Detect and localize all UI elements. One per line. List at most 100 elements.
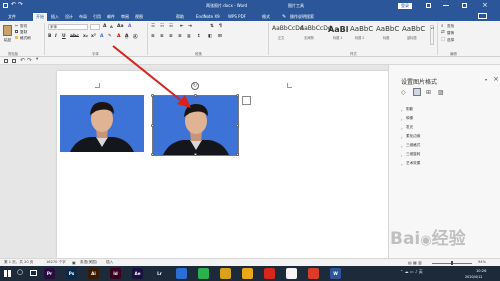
replace-button[interactable]: 替换 [447,31,454,36]
tell-me-search[interactable]: 操作说明搜索 [290,14,314,20]
grow-font-icon[interactable]: A [103,24,106,29]
clear-formatting-icon[interactable]: A [128,24,131,29]
taskbar-app-icon[interactable]: Pr [44,268,55,279]
font-name-select[interactable]: 宋体 [48,24,88,30]
save-icon[interactable] [3,3,8,8]
redo-icon[interactable]: ↷ [27,57,32,64]
taskbar-app-icon[interactable] [176,268,187,279]
taskbar-app-icon[interactable]: W [330,268,341,279]
taskbar-app-icon[interactable] [220,268,231,279]
tray-icons[interactable]: ⌃ ☁ ▭ ♪ 英 [400,269,423,275]
numbering-icon[interactable]: ☷ [160,24,164,29]
redo-icon[interactable]: ↷ [18,1,23,8]
close-icon[interactable]: × [482,1,488,9]
justify-icon[interactable]: ≡ [178,34,182,39]
section-3d-rotation[interactable]: 三维旋转 [401,152,420,157]
align-left-icon[interactable]: ≡ [151,34,155,39]
font-color-icon[interactable]: A [117,34,120,39]
select-icon[interactable]: ⬚ [441,37,445,42]
size-properties-icon[interactable]: ⊞ [426,89,431,96]
insert-mode[interactable]: 插入 [106,260,113,265]
replace-icon[interactable]: ⇄ [441,30,445,35]
italic-icon[interactable]: I [55,34,57,39]
ribbon-display-icon[interactable] [426,3,431,8]
save-icon[interactable] [4,59,8,63]
resize-handle-right[interactable] [236,124,239,127]
select-button[interactable]: 选择 [447,38,454,43]
find-icon[interactable]: ⌕ [441,23,444,29]
styles-scroll-icon[interactable]: ▴▾ [430,25,434,45]
section-3d-format[interactable]: 三维格式 [401,143,420,148]
page-count[interactable]: 第 1 页，共 20 页 [4,260,33,265]
bold-icon[interactable]: B [48,34,51,39]
taskbar-app-icon[interactable]: Ai [88,268,99,279]
sort-icon[interactable]: ⇅ [210,24,214,29]
bullets-icon[interactable]: ☰ [151,24,155,29]
style-title[interactable]: AaBbC 标题 [376,25,403,45]
superscript-icon[interactable]: x² [91,34,96,39]
tab-insert[interactable]: 插入 [51,14,59,20]
maximize-icon[interactable] [462,3,467,8]
multilevel-list-icon[interactable]: ☳ [169,24,173,29]
pane-close-icon[interactable]: × [493,75,499,83]
print-icon[interactable] [12,59,16,63]
taskbar-app-icon[interactable] [308,268,319,279]
resize-handle-bottom[interactable] [194,153,197,156]
taskbar-app-icon[interactable]: Id [110,268,121,279]
minimize-icon[interactable] [443,5,449,6]
section-artistic-effects[interactable]: 艺术效果 [401,161,420,166]
style-no-spacing[interactable]: AaBbCcDd 无间隔 [300,25,332,45]
taskbar-app-icon[interactable] [242,268,253,279]
pane-options-icon[interactable]: ▾ [485,77,487,82]
tab-format[interactable]: 格式 [262,14,270,20]
tab-design[interactable]: 设计 [65,14,73,20]
enclose-char-icon[interactable]: Ⓐ [133,34,138,40]
tab-layout[interactable]: 布局 [79,14,87,20]
zoom-thumb[interactable] [451,261,453,265]
taskbar-app-icon[interactable]: Ps [66,268,77,279]
align-right-icon[interactable]: ≡ [169,34,173,39]
underline-icon[interactable]: U [62,34,66,39]
paste-button[interactable]: 粘贴 [4,38,11,43]
style-subtitle[interactable]: AaBbC 副标题 [402,25,429,45]
paste-icon[interactable] [3,25,12,36]
zoom-level[interactable]: 94% [478,260,486,265]
resize-handle-top-right[interactable] [236,94,239,97]
align-center-icon[interactable]: ≡ [160,34,164,39]
tab-wps-pdf[interactable]: WPS PDF [228,14,246,19]
line-spacing-icon[interactable]: ↕ [197,34,201,39]
decrease-indent-icon[interactable]: ⇤ [180,24,184,29]
tab-file[interactable]: 文件 [8,14,16,20]
taskbar-app-icon[interactable] [198,268,209,279]
find-button[interactable]: 查找 [447,24,454,29]
tab-view[interactable]: 视图 [135,14,143,20]
tab-home[interactable]: 开始 [33,13,47,21]
language[interactable]: 英语(美国) [80,260,97,265]
tab-references[interactable]: 引用 [93,14,101,20]
word-count[interactable]: 16270 个字 [46,260,66,265]
view-buttons[interactable]: ▤ ▦ ▥ [408,260,422,265]
undo-icon[interactable]: ↶ [11,1,16,8]
style-normal[interactable]: AaBbCcDd 正文 [272,25,304,45]
style-heading-2[interactable]: AaBbC 标题 2 [350,25,377,45]
fill-line-icon[interactable]: ◇ [401,89,406,96]
resize-handle-left[interactable] [151,124,154,127]
login-button[interactable]: 登录 [398,3,412,9]
taskbar-app-icon[interactable] [264,268,275,279]
tab-review[interactable]: 审阅 [121,14,129,20]
distributed-icon[interactable]: ≣ [187,34,191,39]
undo-icon[interactable]: ↶ [20,57,25,64]
customize-icon[interactable]: ▾ [36,57,38,62]
cut-icon[interactable]: ✂ [15,23,18,28]
copy-icon[interactable] [15,30,18,33]
text-effects-icon[interactable]: A [100,34,103,39]
search-icon[interactable]: ○ [17,268,23,276]
cut-button[interactable]: 剪切 [20,24,27,29]
start-windows-icon[interactable] [4,270,11,277]
strikethrough-icon[interactable]: abc [70,34,79,39]
taskbar-app-icon[interactable]: Ae [132,268,143,279]
char-shading-icon[interactable]: A [125,34,129,39]
proofing-icon[interactable]: ▣ [72,260,76,265]
shading-icon[interactable]: ◧ [208,34,212,39]
borders-icon[interactable]: ⊞ [218,34,222,39]
